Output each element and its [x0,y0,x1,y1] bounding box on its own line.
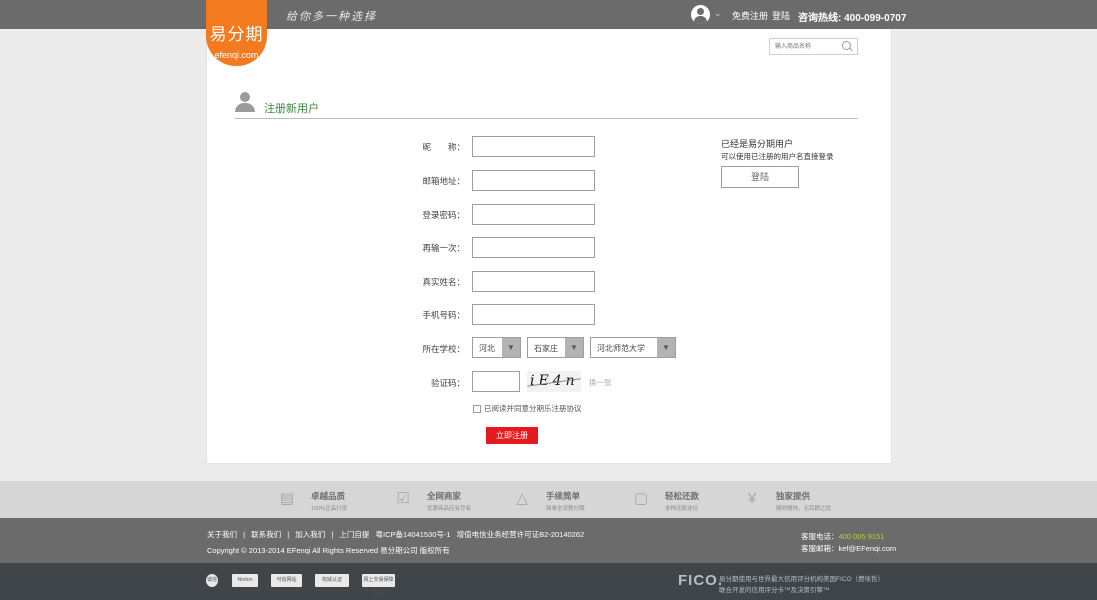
existing-user-desc: 可以使用已注册的用户名直接登录 [721,152,834,161]
login-button[interactable]: 登陆 [721,166,799,188]
feature-sub: 多种还款途径 [665,506,699,512]
divider [235,118,858,119]
feature-title: 独家提供 [776,491,811,501]
repay-icon: ▢ [633,490,649,507]
trust-badge[interactable]: 诚信 [206,574,218,587]
pickup-link[interactable]: 上门自提 [339,530,369,539]
phone-input[interactable] [472,304,595,325]
password-label: 登录密码： [422,210,465,220]
about-link[interactable]: 关于我们 [207,530,237,539]
logo[interactable]: 易分期 efenqi.com [206,0,267,66]
authority-badge[interactable]: 权威认证 [315,574,349,587]
trusted-site-badge[interactable]: 可信网站 [271,574,302,587]
nickname-input[interactable] [472,136,595,157]
confirm-password-input[interactable] [472,237,595,258]
feature-sub: 随时随地，无后顾之忧 [776,506,832,512]
contact-link[interactable]: 联系我们 [251,530,281,539]
user-links: 免费注册 登陆 [732,9,794,22]
service-phone: 客服电话：400 005 9151 [801,531,884,542]
norton-badge[interactable]: Norton [232,574,258,587]
realname-input[interactable] [472,271,595,292]
agreement: 已阅读并同意分期乐注册协议 [473,403,582,414]
separator: | [243,530,246,539]
feature-sub: 100%正品行货 [311,506,348,512]
footer: 关于我们 | 联系我们 | 加入我们 | 上门自提 粤ICP备14041530号… [0,518,1097,563]
fico-text: 联合开发的信用评分卡™及决策引擎™ [719,587,830,594]
feature-title: 全网商家 [427,491,462,501]
hotline: 咨询热线: 400-099-0707 [798,13,907,24]
email-label: 邮箱地址： [422,176,465,186]
feature-title: 卓越品质 [311,491,346,501]
dropdown-arrow-icon: ▼ [502,338,520,357]
register-button[interactable]: 立即注册 [486,427,538,444]
separator: | [331,530,334,539]
icp-text: 粤ICP备14041530号-1 [375,530,451,539]
chevron-down-icon[interactable]: ⌄ [714,8,722,19]
search-icon[interactable] [842,41,853,52]
password-input[interactable] [472,204,595,225]
top-bar: 给你多一种选择 ⌄ 免费注册 登陆 咨询热线: 400-099-0707 [0,0,1097,29]
search-input[interactable] [770,39,838,54]
captcha-label: 验证码： [430,378,465,388]
feature-sub: 优惠商品应有尽有 [427,506,472,512]
school-select[interactable]: 河北师范大学 ▼ [590,337,676,358]
logo-en: efenqi.com [214,50,259,60]
confirm-password-label: 再输一次： [422,243,465,253]
dropdown-arrow-icon: ▼ [657,338,675,357]
refresh-captcha-link[interactable]: 换一张 [589,377,612,388]
realname-label: 真实姓名： [422,277,465,287]
service-phone-label: 客服电话： [801,532,839,541]
user-icon [235,92,255,112]
features-bar: ▤ 卓越品质 100%正品行货 ☑ 全网商家 优惠商品应有尽有 △ 手续简单 简… [0,481,1097,518]
agree-checkbox[interactable] [473,405,481,414]
register-card: 注册新用户 昵 称： 邮箱地址： 登录密码： 再输一次： 真实姓名： 手机号码：… [206,29,892,464]
phone-label: 手机号码： [422,310,465,320]
trust-bar: 诚信 Norton 可信网站 权威认证 网上交易保障中心 FICO. 易分期使用… [0,563,1097,600]
school-value: 河北师范大学 [597,344,645,353]
user-avatar-icon[interactable] [691,5,710,24]
province-select[interactable]: 河北 ▼ [472,337,521,358]
graduation-cap-icon: △ [516,490,528,507]
fico-text: 易分期使用与世界最大信用评分机构美国FICO（费埃哲） [719,576,885,583]
existing-user-title: 已经是易分期用户 [721,139,794,149]
license-text: 增值电信业务经营许可证B2-20140262 [456,530,585,539]
join-link[interactable]: 加入我们 [295,530,325,539]
quality-icon: ▤ [279,490,295,507]
service-email: 客服邮箱：kef@EFenqi.com [801,544,897,553]
copyright: Copyright © 2013-2014 EFenqi All Rights … [207,546,450,555]
section-title: 注册新用户 [264,103,319,115]
service-phone-value: 400 005 9151 [838,532,885,541]
slogan: 给你多一种选择 [286,10,377,23]
footer-links: 关于我们 | 联系我们 | 加入我们 | 上门自提 粤ICP备14041530号… [207,529,588,540]
trade-center-badge[interactable]: 网上交易保障中心 [362,574,395,596]
login-link[interactable]: 登陆 [772,11,790,21]
agree-text[interactable]: 已阅读并同意分期乐注册协议 [484,404,582,413]
fico-logo: FICO. [678,572,723,589]
captcha-input[interactable] [472,371,520,392]
logo-cn: 易分期 [209,25,264,44]
feature-title: 轻松还款 [665,491,700,501]
search-box [769,38,858,55]
nickname-label: 昵 称： [422,142,465,152]
captcha-image[interactable]: iE4n [527,371,581,392]
city-value: 石家庄 [534,344,558,353]
yen-icon: ¥ [747,490,757,507]
register-link[interactable]: 免费注册 [732,11,768,21]
email-input[interactable] [472,170,595,191]
province-value: 河北 [479,344,495,353]
school-label: 所在学校： [422,344,465,354]
separator: | [287,530,290,539]
feature-sub: 简单全流程分期 [546,506,585,512]
merchant-icon: ☑ [396,490,410,507]
feature-title: 手续简单 [546,491,581,501]
city-select[interactable]: 石家庄 ▼ [527,337,584,358]
dropdown-arrow-icon: ▼ [565,338,583,357]
